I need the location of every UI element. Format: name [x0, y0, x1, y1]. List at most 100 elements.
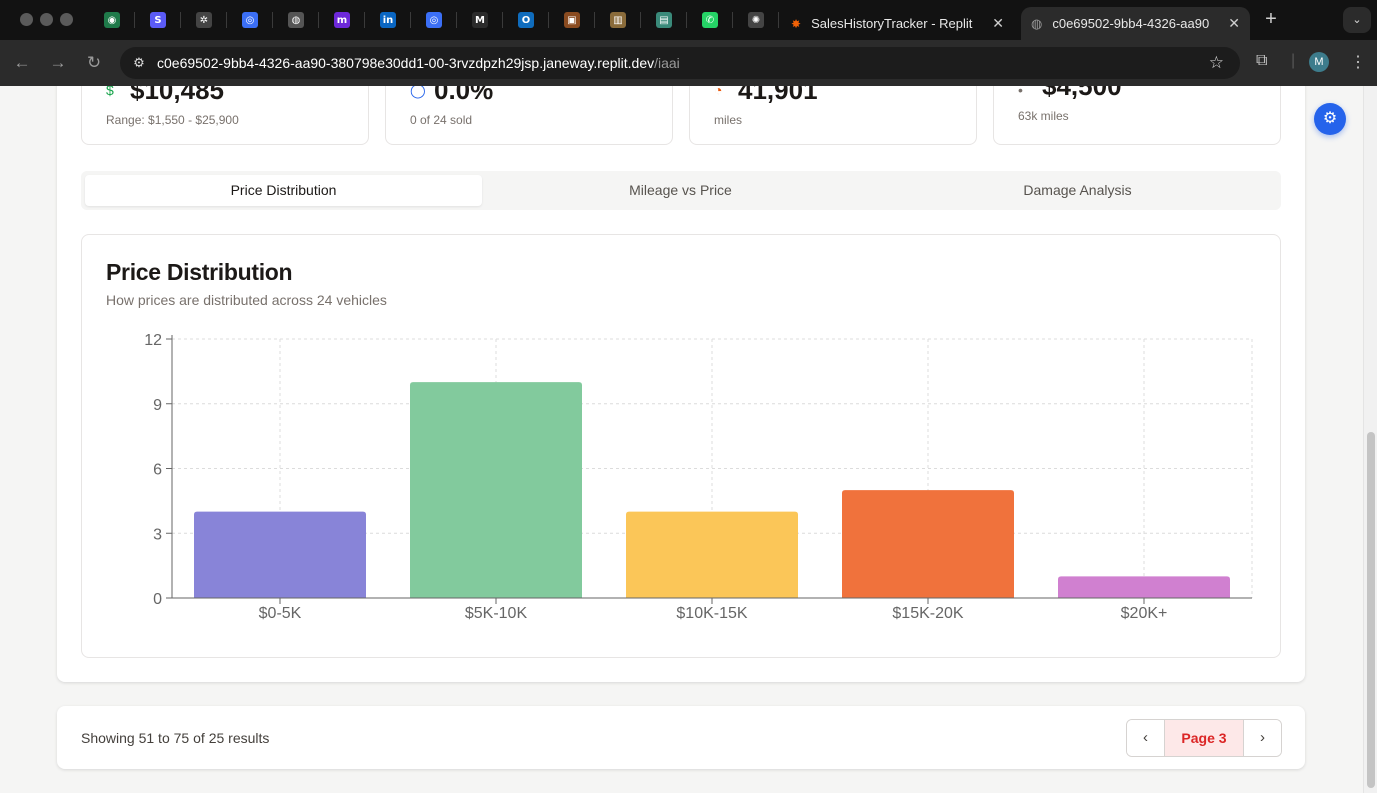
forward-arrow-icon[interactable]: →	[46, 51, 70, 75]
tab-separator	[364, 12, 365, 28]
outlook-icon: O	[518, 12, 534, 28]
tab-separator	[410, 12, 411, 28]
close-icon[interactable]: ✕	[1228, 15, 1240, 32]
pinned-tab[interactable]: m	[330, 8, 354, 32]
x-tick-label: $10K-15K	[676, 605, 747, 622]
window-minimize-dot[interactable]	[40, 13, 53, 26]
profile-avatar[interactable]: M	[1309, 52, 1329, 72]
browser-tab-active[interactable]: ◍ c0e69502-9bb4-4326-aa90 ✕	[1021, 7, 1250, 40]
stat-value: 41,901	[738, 86, 818, 105]
current-page-indicator: Page 3	[1164, 720, 1244, 756]
tab-separator	[778, 12, 779, 28]
tab-separator	[548, 12, 549, 28]
tab-separator	[640, 12, 641, 28]
menu-kebab-icon[interactable]: ⋮	[1350, 52, 1366, 72]
stat-card: ◔ 41,901 miles	[689, 86, 977, 145]
y-tick-label: 9	[153, 397, 162, 414]
pinned-tab[interactable]: ✆	[698, 8, 722, 32]
chevron-right-icon[interactable]: ›	[1244, 720, 1281, 756]
pinned-tab[interactable]: ▣	[560, 8, 584, 32]
tab-title: SalesHistoryTracker - Replit	[811, 16, 973, 31]
stat-subtext: 63k miles	[1018, 109, 1069, 123]
summary-prefix: Showing	[81, 730, 139, 746]
summary-total: 25	[208, 730, 225, 746]
bar-20k	[1058, 576, 1230, 598]
pinned-tab[interactable]: ◍	[284, 8, 308, 32]
tab-separator	[456, 12, 457, 28]
x-tick-label: $15K-20K	[892, 605, 963, 622]
scrollbar-thumb[interactable]	[1367, 432, 1375, 788]
globe-icon: ◍	[1031, 15, 1043, 31]
x-tick-label: $20K+	[1121, 605, 1168, 622]
pinned-tab[interactable]: M	[468, 8, 492, 32]
pinned-tab[interactable]: ✲	[192, 8, 216, 32]
bar-0-5k	[194, 511, 366, 598]
gear-icon[interactable]: ⚙	[1314, 103, 1346, 135]
s-icon: S	[150, 12, 166, 28]
chevron-left-icon[interactable]: ‹	[1127, 720, 1164, 756]
pinned-tab[interactable]: S	[146, 8, 170, 32]
tab-separator	[318, 12, 319, 28]
chevron-down-icon[interactable]: ⌄	[1343, 7, 1371, 33]
tab-separator	[180, 12, 181, 28]
linkedin-icon: in	[380, 12, 396, 28]
swirl-icon: ◎	[242, 12, 258, 28]
browser-toolbar: ← → ↻ ⚙ c0e69502-9bb4-4326-aa90-380798e3…	[0, 40, 1377, 86]
gmail-icon: M	[472, 12, 488, 28]
pinned-tab[interactable]: in	[376, 8, 400, 32]
stat-icon: ◔	[714, 86, 723, 98]
summary-to-word: to	[154, 730, 174, 746]
stat-icon: •	[1018, 86, 1023, 98]
close-icon[interactable]: ✕	[992, 15, 1004, 32]
pinned-tab[interactable]: ✺	[744, 8, 768, 32]
site-settings-icon[interactable]: ⚙	[130, 54, 148, 72]
price-distribution-card: Price Distribution How prices are distri…	[81, 234, 1281, 658]
x-tick-label: $5K-10K	[465, 605, 528, 622]
y-tick-label: 6	[153, 462, 162, 479]
page-viewport: $ $10,485 Range: $1,550 - $25,900 ◯ 0.0% 0 of…	[0, 86, 1363, 793]
page-scrollbar[interactable]	[1363, 86, 1377, 793]
window-close-dot[interactable]	[20, 13, 33, 26]
stat-value: 0.0%	[434, 86, 494, 105]
pinned-tab[interactable]: ◉	[100, 8, 124, 32]
tab-damage-analysis[interactable]: Damage Analysis	[879, 175, 1276, 206]
extensions-icon[interactable]: ⧉	[1256, 52, 1267, 70]
stat-subtext: miles	[714, 113, 743, 127]
browser-tab-replit[interactable]: ✸ SalesHistoryTracker - Replit ✕	[781, 7, 1014, 40]
stat-card: • $4,500 63k miles	[993, 86, 1281, 145]
url-path: /iaai	[654, 55, 680, 71]
pinned-tab[interactable]: O	[514, 8, 538, 32]
bookmark-star-icon[interactable]: ☆	[1209, 53, 1224, 73]
address-bar[interactable]: ⚙ c0e69502-9bb4-4326-aa90-380798e30dd1-0…	[120, 47, 1240, 79]
pager-controls: ‹ Page 3 ›	[1126, 719, 1282, 757]
browser-tab-strip: ◉ S ✲ ◎ ◍ m in ◎ M O ▣ ▥ ▤ ✆ ✺ ✸ SalesHistoryTracker -…	[0, 0, 1377, 40]
tab-mileage-vs-price[interactable]: Mileage vs Price	[482, 175, 879, 206]
window-zoom-dot[interactable]	[60, 13, 73, 26]
y-tick-label: 12	[144, 332, 162, 349]
stat-card: ◯ 0.0% 0 of 24 sold	[385, 86, 673, 145]
y-tick-label: 0	[153, 591, 162, 608]
tab-separator	[686, 12, 687, 28]
bar-15k-20k	[842, 490, 1014, 598]
stat-value: $10,485	[130, 86, 224, 105]
url-text[interactable]: c0e69502-9bb4-4326-aa90-380798e30dd1-00-…	[157, 55, 680, 71]
robot-icon: ▤	[656, 12, 672, 28]
tab-separator	[502, 12, 503, 28]
results-summary: Showing 51 to 75 of 25 results	[81, 730, 269, 746]
tab-separator	[272, 12, 273, 28]
reload-icon[interactable]: ↻	[82, 51, 106, 75]
stat-value: $4,500	[1042, 86, 1122, 101]
summary-from: 51	[138, 730, 155, 746]
pagination-bar: Showing 51 to 75 of 25 results ‹ Page 3 …	[57, 706, 1305, 769]
eye-icon: ◉	[104, 12, 120, 28]
pinned-tab[interactable]: ◎	[422, 8, 446, 32]
tab-separator	[594, 12, 595, 28]
new-tab-button[interactable]: +	[1259, 8, 1283, 32]
pinned-tab[interactable]: ◎	[238, 8, 262, 32]
url-host: c0e69502-9bb4-4326-aa90-380798e30dd1-00-…	[157, 55, 655, 71]
back-arrow-icon[interactable]: ←	[10, 51, 34, 75]
toolbar-divider: |	[1291, 52, 1296, 69]
pinned-tab[interactable]: ▤	[652, 8, 676, 32]
pinned-tab[interactable]: ▥	[606, 8, 630, 32]
tab-price-distribution[interactable]: Price Distribution	[85, 175, 482, 206]
